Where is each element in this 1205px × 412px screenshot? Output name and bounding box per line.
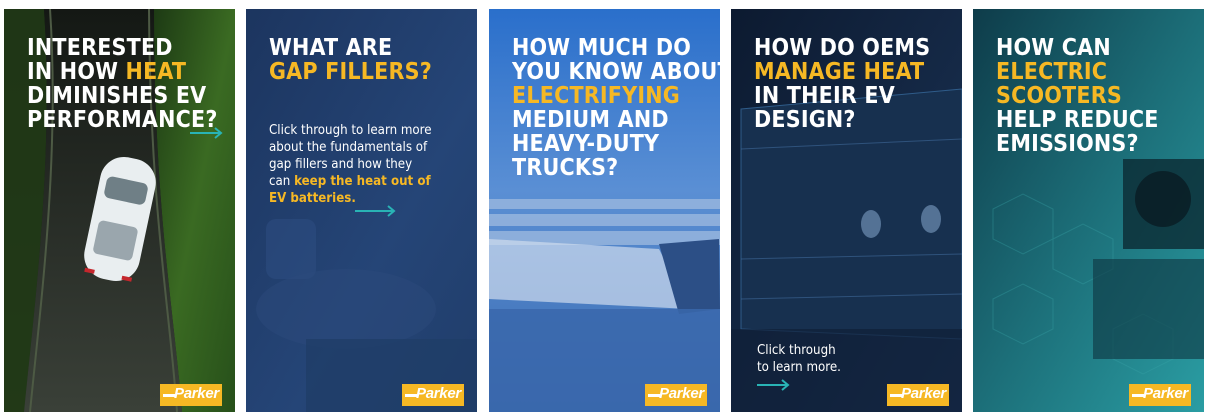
ad-card-gap-fillers[interactable]: WHAT ARE GAP FILLERS? Click through to l… bbox=[246, 9, 477, 412]
parker-logo: Parker bbox=[1129, 384, 1191, 406]
headline: WHAT ARE GAP FILLERS? bbox=[269, 35, 432, 85]
parker-logo: Parker bbox=[160, 384, 222, 406]
ad-card-oems-heat[interactable]: HOW DO OEMs MANAGE HEAT IN THEIR EV DESI… bbox=[731, 9, 962, 412]
arrow-right-icon bbox=[355, 205, 396, 217]
headline: HOW MUCH DO YOU KNOW ABOUT ELECTRIFYING … bbox=[512, 35, 720, 181]
ad-card-electric-scooters[interactable]: HOW CAN ELECTRIC SCOOTERS HELP REDUCE EM… bbox=[973, 9, 1204, 412]
headline: HOW CAN ELECTRIC SCOOTERS HELP REDUCE EM… bbox=[996, 35, 1159, 157]
arrow-right-icon bbox=[190, 127, 223, 139]
headline: INTERESTED IN HOW HEAT DIMINISHES EV PER… bbox=[27, 35, 218, 133]
parker-logo: Parker bbox=[645, 384, 707, 406]
ad-card-ev-heat[interactable]: INTERESTED IN HOW HEAT DIMINISHES EV PER… bbox=[4, 9, 235, 412]
parker-logo: Parker bbox=[402, 384, 464, 406]
ad-card-trucks[interactable]: HOW MUCH DO YOU KNOW ABOUT ELECTRIFYING … bbox=[489, 9, 720, 412]
body-text: Click through to learn more about the fu… bbox=[269, 123, 432, 206]
body-text: Click through to learn more. bbox=[757, 343, 841, 375]
parker-logo: Parker bbox=[887, 384, 949, 406]
headline: HOW DO OEMs MANAGE HEAT IN THEIR EV DESI… bbox=[754, 35, 931, 133]
arrow-right-icon bbox=[757, 379, 790, 391]
